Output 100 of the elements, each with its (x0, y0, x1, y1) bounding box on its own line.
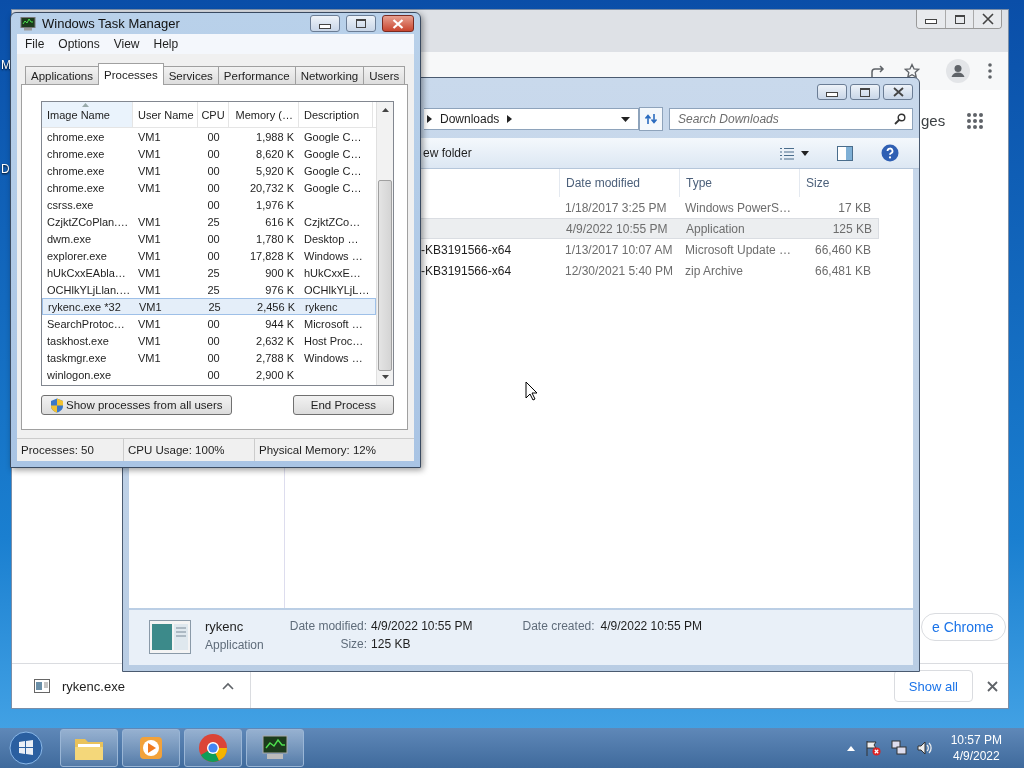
menu-item[interactable]: Options (58, 37, 100, 51)
file-row[interactable]: 1/18/2017 3:25 PM Windows PowerS… 17 KB (419, 197, 879, 218)
more-menu-icon[interactable] (988, 63, 992, 79)
dropdown-caret-icon[interactable] (801, 150, 809, 156)
column-header[interactable]: Description (299, 102, 373, 127)
download-file-name[interactable]: rykenc.exe (62, 678, 210, 694)
maximize-button[interactable] (850, 84, 880, 100)
apps-grid-icon[interactable] (966, 112, 984, 130)
memory-value: 616 K (265, 215, 294, 228)
volume-icon[interactable] (916, 740, 933, 756)
star-icon[interactable] (904, 63, 920, 79)
memory-value: 2,900 K (256, 368, 294, 381)
view-list-icon[interactable] (779, 146, 795, 160)
size-cell-text: 66,460 KB (813, 242, 872, 257)
menu-item[interactable]: View (113, 37, 140, 51)
process-row[interactable]: rykenc.exe *32 VM1 25 2,456 K rykenc (42, 298, 376, 315)
process-row[interactable]: taskhost.exe VM1 00 2,632 K Host Proc… (42, 332, 376, 349)
image-name: csrss.exe (47, 198, 94, 211)
process-row[interactable]: SearchProtoc… VM1 00 944 K Microsoft … (42, 315, 376, 332)
preview-pane-icon[interactable] (837, 145, 853, 161)
memory-value: 20,732 K (249, 181, 294, 194)
close-button[interactable] (883, 84, 913, 100)
column-header[interactable]: Type (679, 169, 799, 197)
process-row[interactable]: chrome.exe VM1 00 1,988 K Google C… (42, 128, 376, 145)
property-value: 125 KB (371, 637, 412, 651)
column-header[interactable]: CPU (198, 102, 229, 127)
user-name: VM1 (138, 283, 161, 296)
caret-icon[interactable] (222, 682, 234, 690)
image-name: rykenc.exe *32 (48, 300, 121, 313)
dropdown-caret-icon[interactable] (621, 116, 630, 122)
process-row[interactable]: csrss.exe 00 1,976 K (42, 196, 376, 213)
process-row[interactable]: chrome.exe VM1 00 20,732 K Google C… (42, 179, 376, 196)
description: Windows … (304, 249, 363, 262)
cpu-value: 00 (207, 317, 220, 330)
taskbar-app-button[interactable] (60, 729, 118, 767)
profile-avatar-icon[interactable] (946, 59, 970, 83)
taskbar-app-button[interactable] (246, 729, 304, 767)
search-field[interactable]: Search Downloads (669, 108, 913, 130)
customize-chrome-button[interactable]: e Chrome (921, 613, 1007, 641)
column-header[interactable]: Size (799, 169, 877, 197)
process-row[interactable]: hUkCxxEAbla… VM1 25 900 K hUkCxxE… (42, 264, 376, 281)
menu-item[interactable]: File (25, 37, 45, 51)
process-row[interactable]: dwm.exe VM1 00 1,780 K Desktop … (42, 230, 376, 247)
description: Google C… (304, 130, 362, 143)
images-link[interactable]: ges (921, 112, 946, 129)
image-name: chrome.exe (47, 181, 105, 194)
scroll-up-icon[interactable] (381, 108, 389, 112)
column-header[interactable]: Image Name (42, 102, 133, 127)
file-row[interactable]: 4/9/2022 10:55 PM Application 125 KB (419, 218, 879, 239)
user-name: VM1 (138, 249, 161, 262)
process-row[interactable]: taskmgr.exe VM1 00 2,788 K Windows … (42, 349, 376, 366)
user-name: VM1 (138, 334, 161, 347)
clock-date[interactable]: 4/9/2022 (952, 748, 1000, 764)
minimize-button[interactable] (817, 84, 847, 100)
taskbar-app-button[interactable] (184, 729, 242, 767)
taskbar-app-button[interactable] (122, 729, 180, 767)
help-icon[interactable] (881, 144, 899, 162)
cpu-value: 00 (207, 232, 220, 245)
column-header[interactable]: Date modified (559, 169, 679, 197)
maximize-button[interactable] (346, 15, 376, 32)
process-row[interactable]: OCHlkYLjLlan.… VM1 25 976 K OCHlkYLjL… (42, 281, 376, 298)
scrollbar[interactable] (376, 102, 393, 385)
search-icon (894, 113, 906, 125)
network-icon[interactable] (890, 740, 907, 756)
flag-with-x-icon[interactable] (864, 740, 881, 756)
file-row[interactable]: -KB3191566-x64 12/30/2021 5:40 PM zip Archive 66,481 KB (419, 260, 879, 281)
maximize-button[interactable] (945, 10, 973, 28)
process-row[interactable]: chrome.exe VM1 00 8,620 K Google C… (42, 145, 376, 162)
close-icon[interactable] (987, 680, 998, 692)
new-folder-button[interactable]: ew folder (423, 146, 472, 160)
clock-time[interactable]: 10:57 PM (950, 732, 1002, 748)
process-row[interactable]: chrome.exe VM1 00 5,920 K Google C… (42, 162, 376, 179)
close-button[interactable] (382, 15, 414, 32)
process-row[interactable]: winlogon.exe 00 2,900 K (42, 366, 376, 383)
file-name: -KB3191566-x64 (421, 263, 512, 278)
show-hidden-icons-icon[interactable] (846, 745, 855, 751)
minimize-button[interactable] (917, 10, 945, 28)
process-row[interactable]: CzjktZCoPlan.… VM1 25 616 K CzjktZCo… (42, 213, 376, 230)
column-header[interactable]: User Name (133, 102, 198, 127)
close-button[interactable] (973, 10, 1001, 28)
scroll-down-icon[interactable] (381, 375, 389, 379)
desktop-icon-label[interactable]: D (1, 162, 10, 176)
column-header[interactable]: Memory (… (229, 102, 299, 127)
monitor-icon (259, 734, 291, 762)
address-bar[interactable]: Downloads (424, 108, 639, 130)
show-all-processes-button[interactable]: Show processes from all users (41, 395, 232, 415)
status-text: CPU Usage: 100% (124, 439, 255, 461)
menu-item[interactable]: Help (153, 37, 179, 51)
image-name: winlogon.exe (47, 368, 112, 381)
tab[interactable]: Processes (98, 63, 164, 85)
date-cell-text: 12/30/2021 5:40 PM (564, 263, 675, 278)
share-icon[interactable] (870, 64, 886, 78)
file-row[interactable]: -KB3191566-x64 1/13/2017 10:07 AM Microsoft Update … 66,460 KB (419, 239, 879, 260)
desktop-icon-label[interactable]: M (1, 58, 11, 72)
breadcrumb-item[interactable]: Downloads (440, 112, 500, 126)
end-process-button[interactable]: End Process (292, 395, 394, 415)
process-row[interactable]: explorer.exe VM1 00 17,828 K Windows … (42, 247, 376, 264)
refresh-button[interactable] (639, 107, 663, 131)
memory-value: 900 K (265, 266, 294, 279)
minimize-button[interactable] (310, 15, 340, 32)
